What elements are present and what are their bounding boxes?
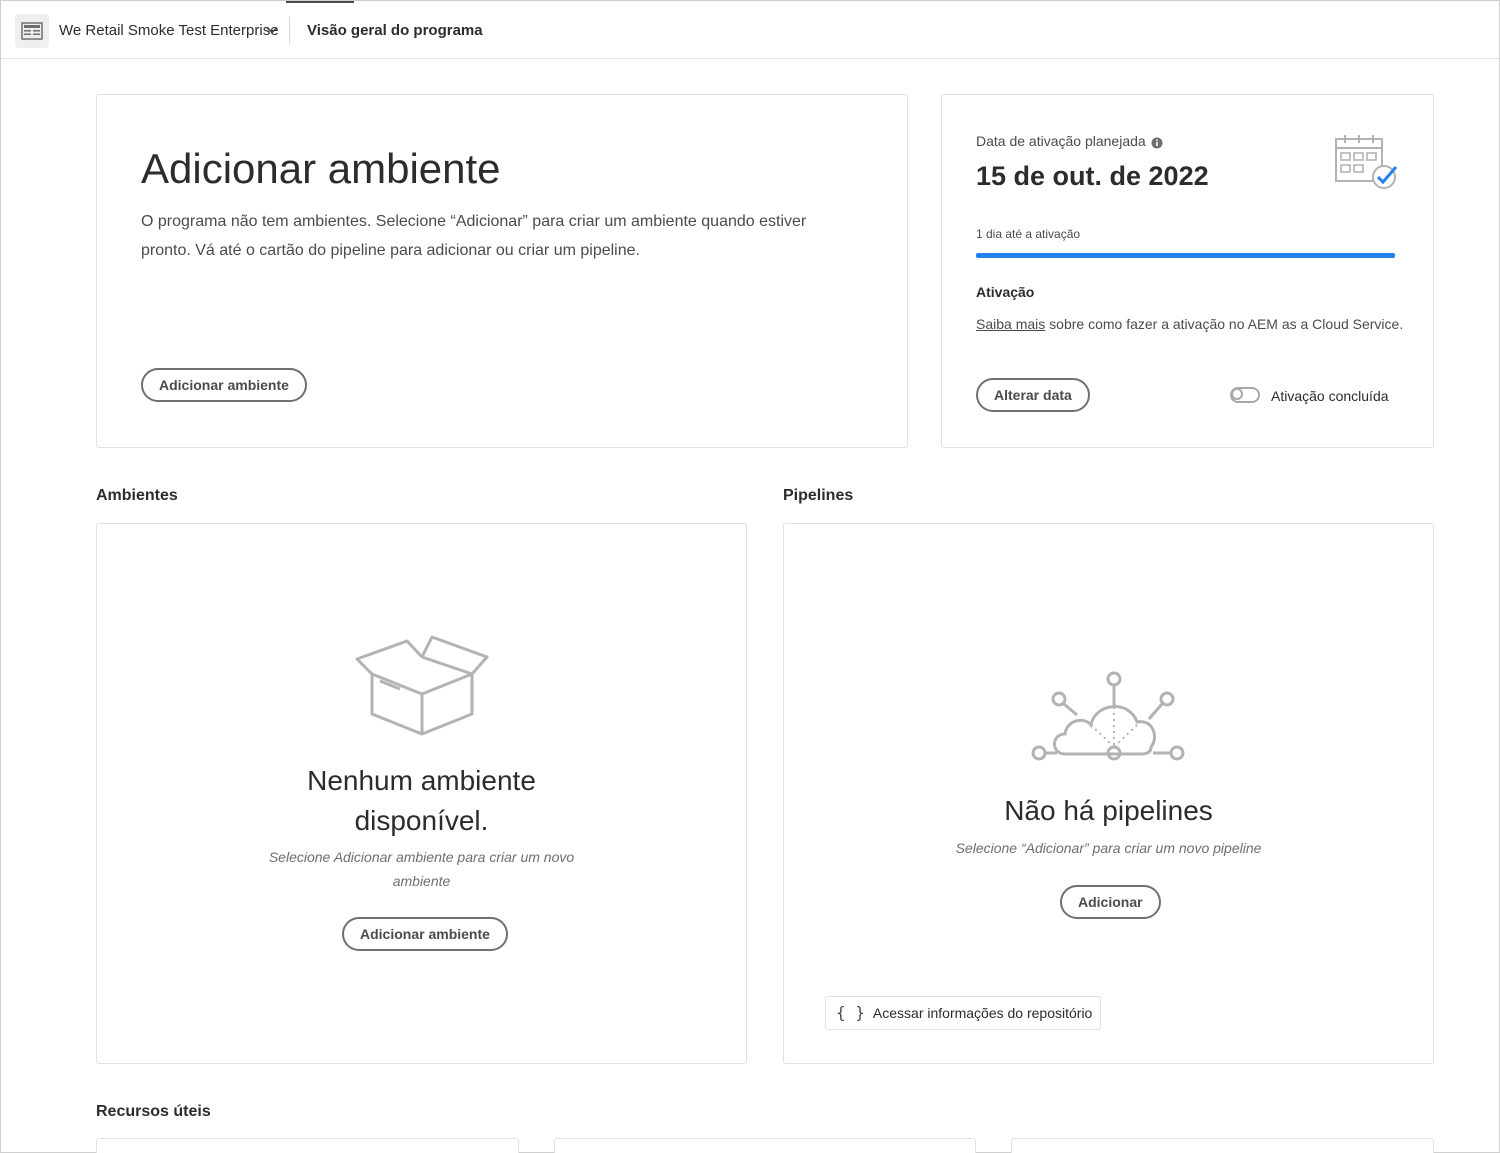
top-bar: We Retail Smoke Test Enterprise Visão ge… — [1, 1, 1499, 59]
empty-box-icon — [352, 629, 492, 744]
activation-progress-bar — [976, 253, 1395, 258]
pipelines-empty-title: Não há pipelines — [1004, 795, 1213, 826]
environments-heading: Ambientes — [96, 487, 178, 504]
active-tab-indicator — [286, 1, 354, 3]
add-pipeline-button[interactable]: Adicionar — [1060, 885, 1161, 919]
progress-fill — [976, 253, 1395, 258]
environments-card: Nenhum ambiente disponível. Selecione Ad… — [96, 523, 747, 1064]
environments-empty-subtitle-line1: Selecione Adicionar ambiente para criar … — [268, 849, 575, 865]
activation-complete-toggle[interactable] — [1230, 387, 1260, 403]
resource-card[interactable] — [96, 1138, 519, 1153]
add-environment-button[interactable]: Adicionar ambiente — [141, 368, 307, 402]
activation-info-rest: sobre como fazer a ativação no AEM as a … — [1045, 316, 1404, 332]
cloud-pipeline-icon — [1029, 667, 1189, 772]
activation-info-text: Saiba mais sobre como fazer a ativação n… — [976, 316, 1403, 332]
resources-heading: Recursos úteis — [96, 1103, 211, 1120]
tab-program-overview[interactable]: Visão geral do programa — [307, 22, 483, 39]
activation-date: 15 de out. de 2022 — [976, 161, 1209, 191]
calendar-check-icon — [1334, 133, 1400, 196]
activation-card: Data de ativação planejada 15 de out. de… — [941, 94, 1434, 448]
activation-complete-label: Ativação concluída — [1271, 388, 1389, 404]
add-environment-empty-button[interactable]: Adicionar ambiente — [342, 917, 508, 951]
chevron-down-icon[interactable] — [265, 23, 279, 42]
add-environment-card: Adicionar ambiente O programa não tem am… — [96, 94, 908, 448]
environments-empty-subtitle: Selecione Adicionar ambiente para criar … — [97, 845, 746, 893]
pipelines-empty-subtitle: Selecione “Adicionar” para criar um novo… — [955, 840, 1262, 856]
code-braces-icon: { } — [836, 1003, 865, 1022]
pipelines-card: Não há pipelines Selecione “Adicionar” p… — [783, 523, 1434, 1064]
header-divider — [289, 17, 290, 43]
pipelines-heading: Pipelines — [783, 487, 854, 504]
change-date-button[interactable]: Alterar data — [976, 378, 1090, 412]
page-title: Adicionar ambiente — [141, 145, 501, 192]
environments-empty-title: Nenhum ambiente disponível. — [97, 761, 746, 841]
activation-section-title: Ativação — [976, 284, 1035, 300]
repository-info-label: Acessar informações do repositório — [872, 1005, 1093, 1021]
repository-info-button[interactable]: { } Acessar informações do repositório — [825, 996, 1102, 1030]
program-switcher[interactable]: We Retail Smoke Test Enterprise — [59, 22, 279, 39]
info-icon[interactable] — [1151, 136, 1163, 154]
environments-empty-subtitle-line2: ambiente — [392, 873, 451, 889]
environments-empty-title-line1: Nenhum ambiente — [307, 765, 536, 796]
resource-card[interactable] — [1011, 1138, 1434, 1153]
activation-date-label: Data de ativação planejada — [976, 133, 1146, 149]
learn-more-link[interactable]: Saiba mais — [976, 316, 1045, 332]
hero-description: O programa não tem ambientes. Selecione … — [141, 213, 807, 259]
resource-card[interactable] — [554, 1138, 976, 1153]
progress-label: 1 dia até a ativação — [976, 227, 1081, 241]
program-icon[interactable] — [15, 14, 49, 48]
environments-empty-title-line2: disponível. — [354, 805, 489, 836]
